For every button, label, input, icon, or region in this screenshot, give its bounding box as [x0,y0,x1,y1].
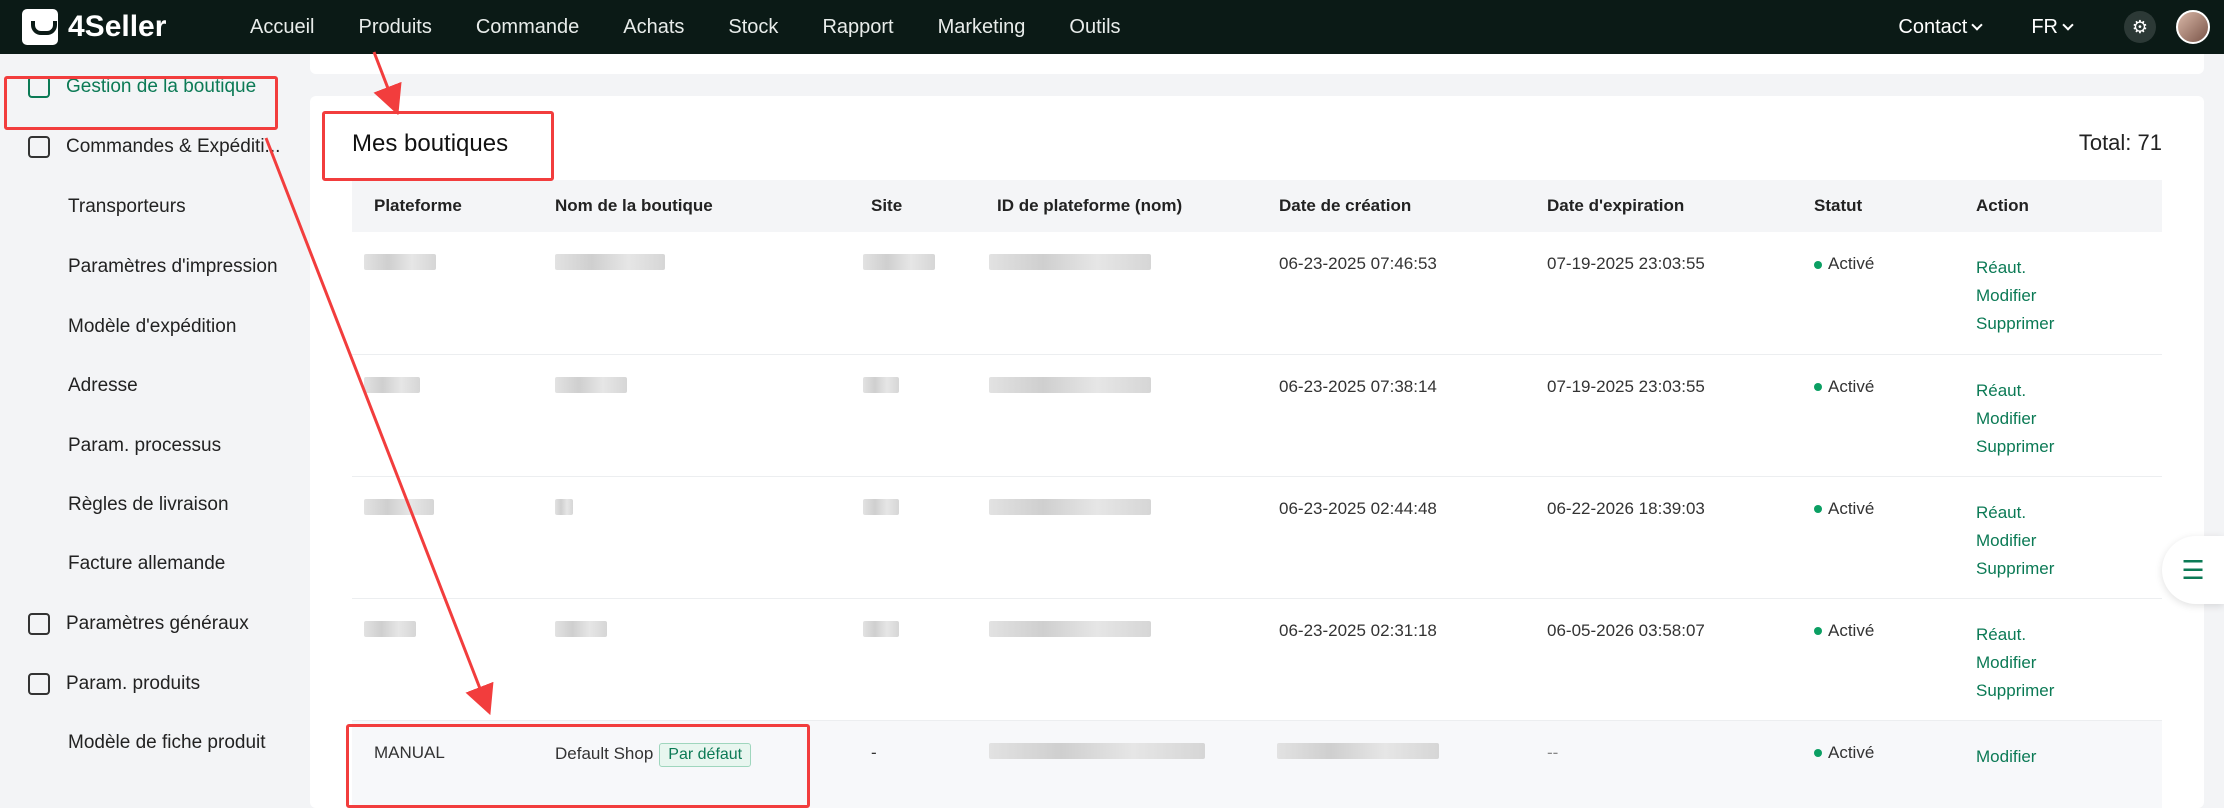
arrow-to-title [372,51,402,116]
annotation-arrows [264,51,494,716]
arrow-to-default-shop [264,137,494,716]
